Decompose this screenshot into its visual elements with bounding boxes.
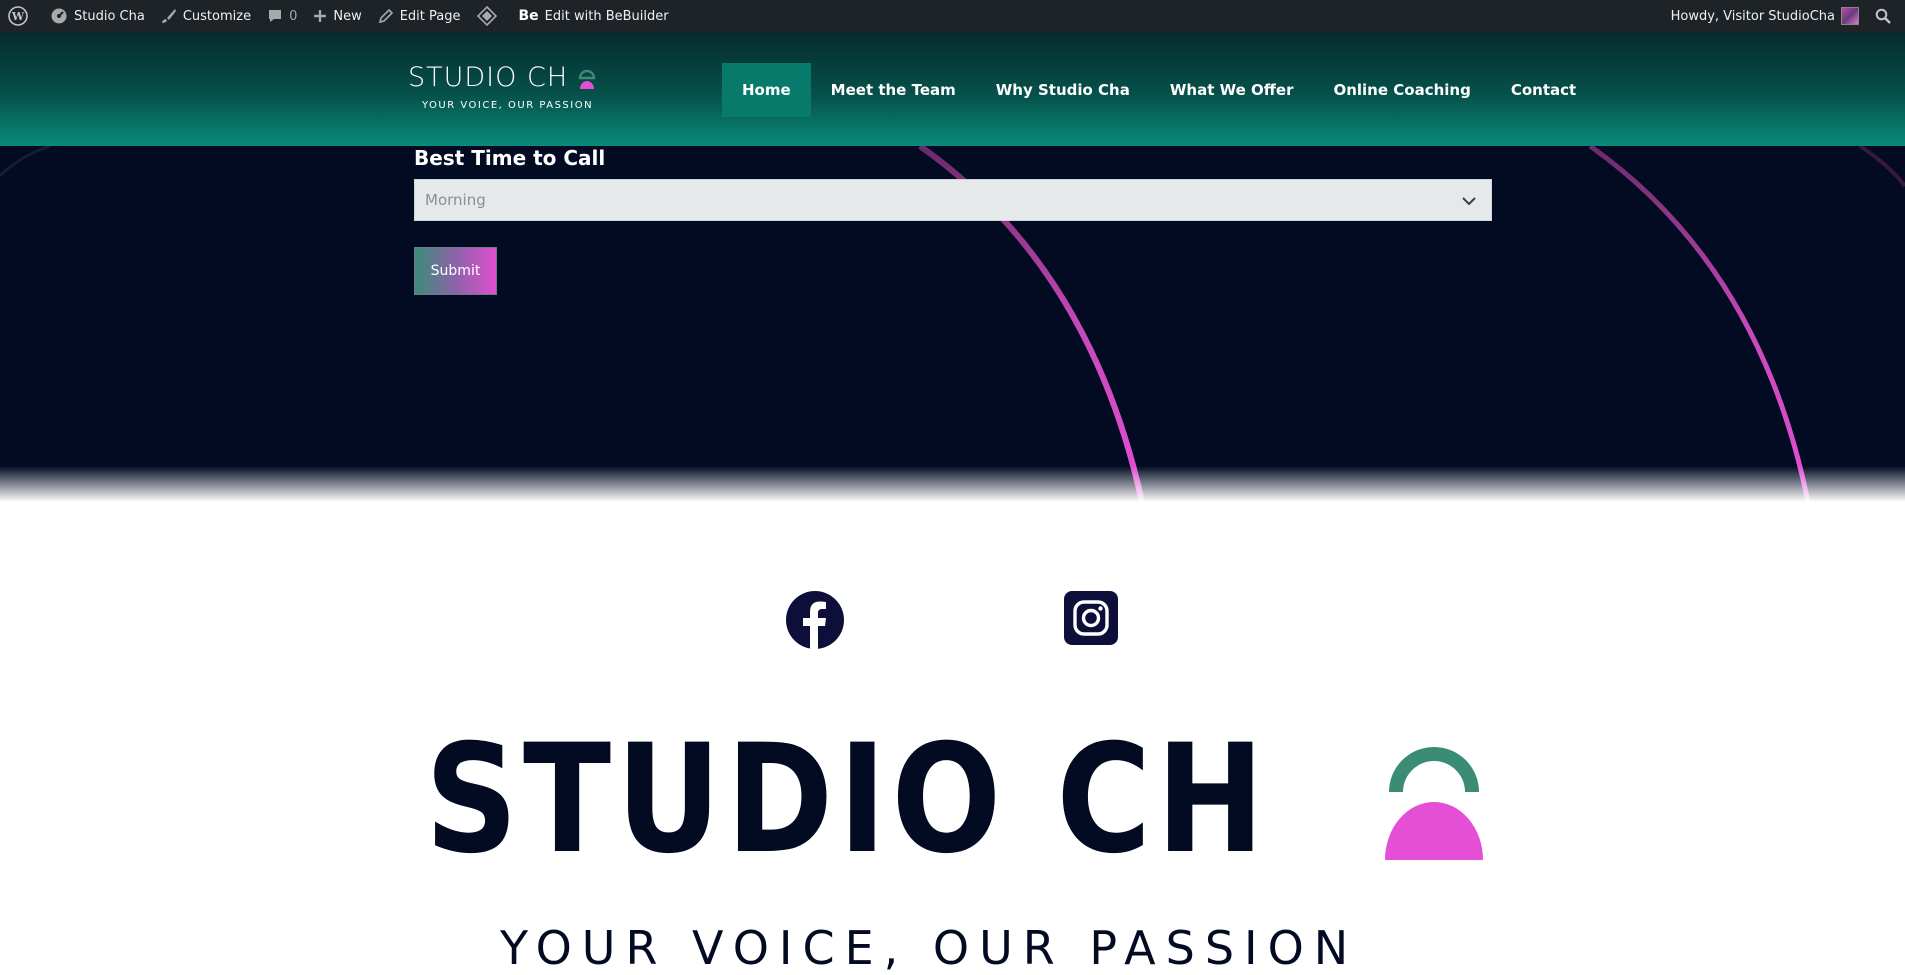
plus-icon	[314, 10, 327, 22]
contact-form-section: Best Time to Call Morning Submit	[0, 146, 1905, 502]
admin-bar: W Studio Cha Customize 0 New Edit Page B…	[0, 0, 1905, 32]
account-menu[interactable]: Howdy, Visitor StudioCha	[1663, 0, 1867, 32]
search-icon	[1875, 8, 1891, 24]
wordpress-icon: W	[8, 6, 28, 26]
site-name-label: Studio Cha	[74, 8, 145, 24]
comment-bubble-icon	[269, 10, 282, 22]
nav-meet-the-team[interactable]: Meet the Team	[811, 63, 976, 117]
comments-count: 0	[289, 8, 298, 24]
pencil-icon	[378, 8, 393, 24]
new-label: New	[333, 8, 362, 24]
nav-contact[interactable]: Contact	[1491, 63, 1596, 117]
edit-page-label: Edit Page	[399, 8, 461, 24]
paintbrush-icon	[161, 9, 176, 23]
avatar	[1841, 7, 1859, 25]
admin-search-button[interactable]	[1867, 0, 1905, 32]
edit-with-bebuilder-label: Edit with BeBuilder	[544, 8, 669, 24]
dashboard-gauge-icon	[51, 8, 67, 24]
site-name-link[interactable]: Studio Cha	[42, 0, 153, 32]
wordpress-logo-button[interactable]: W	[0, 0, 42, 32]
nav-what-we-offer[interactable]: What We Offer	[1150, 63, 1314, 117]
main-nav: Home Meet the Team Why Studio Cha What W…	[722, 63, 1596, 117]
best-time-select[interactable]: Morning	[414, 179, 1492, 221]
site-header: STUDIO CH YOUR VOICE, OUR PASSION Home M…	[0, 32, 1905, 146]
edit-with-bebuilder-link[interactable]: Be Edit with BeBuilder	[511, 0, 677, 32]
footer-tagline: YOUR VOICE, OUR PASSION	[500, 921, 1359, 975]
section-fade	[0, 466, 1905, 502]
howdy-label: Howdy, Visitor StudioCha	[1670, 8, 1835, 24]
edit-page-link[interactable]: Edit Page	[370, 0, 469, 32]
logo-tagline: YOUR VOICE, OUR PASSION	[422, 100, 594, 111]
footer-logo: STUDIO CH	[425, 713, 1485, 887]
footer-logo-bell-icon	[1385, 747, 1483, 860]
logo-text: STUDIO CH	[408, 62, 569, 93]
nav-home[interactable]: Home	[722, 63, 811, 117]
bebuilder-icon: Be	[518, 8, 539, 24]
chevron-down-icon	[1462, 197, 1476, 206]
new-content-link[interactable]: New	[305, 0, 369, 32]
best-time-label: Best Time to Call	[414, 146, 606, 170]
customize-link[interactable]: Customize	[153, 0, 259, 32]
nav-online-coaching[interactable]: Online Coaching	[1313, 63, 1490, 117]
facebook-icon[interactable]	[786, 591, 844, 649]
footer-logo-text: STUDIO CH	[425, 713, 1270, 887]
comments-link[interactable]: 0	[259, 0, 305, 32]
instagram-icon[interactable]	[1064, 591, 1118, 645]
customize-label: Customize	[182, 8, 252, 24]
best-time-value: Morning	[425, 191, 486, 209]
builder-diamond-link[interactable]	[469, 0, 511, 32]
logo-bell-icon	[578, 69, 596, 89]
submit-button[interactable]: Submit	[414, 247, 497, 295]
nav-why-studio-cha[interactable]: Why Studio Cha	[976, 63, 1150, 117]
svg-text:W: W	[11, 10, 25, 23]
diamond-icon	[476, 6, 497, 26]
